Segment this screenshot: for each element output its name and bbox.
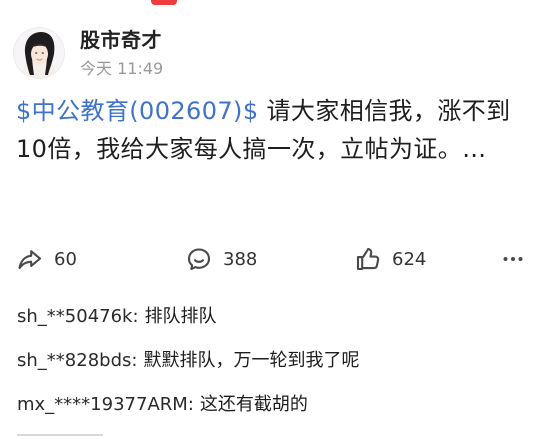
comment-separator: : [131, 350, 138, 371]
avatar-icon [14, 28, 64, 78]
stock-tag-link[interactable]: $中公教育(002607)$ [16, 97, 258, 125]
comment-item[interactable]: sh_**50476k: 排队排队 [17, 300, 532, 334]
comment-text: 排队排队 [144, 306, 217, 327]
comment-separator: : [187, 394, 194, 415]
comment-username[interactable]: sh_**50476k [17, 306, 132, 327]
avatar[interactable] [14, 28, 64, 78]
comment-item[interactable]: sh_**828bds: 默默排队，万一轮到我了呢 [17, 344, 532, 378]
comment-separator: : [132, 306, 139, 327]
comment-list: sh_**50476k: 排队排队 sh_**828bds: 默默排队，万一轮到我了… [17, 300, 532, 432]
share-count: 60 [54, 248, 77, 270]
share-button[interactable]: 60 [16, 242, 77, 276]
comment-text: 这还有截胡的 [199, 394, 308, 415]
next-comment-partial [17, 430, 117, 439]
post-meta: 股市奇才 今天 11:49 [80, 28, 163, 78]
comment-icon [187, 248, 211, 271]
more-button[interactable] [496, 242, 530, 276]
like-count: 624 [392, 248, 427, 270]
like-icon [356, 247, 380, 271]
like-button[interactable]: 624 [354, 242, 426, 276]
comment-username[interactable]: sh_**828bds [17, 350, 131, 371]
post-time: 今天 11:49 [80, 59, 164, 78]
comment-count: 388 [223, 248, 258, 270]
comment-button[interactable]: 388 [185, 242, 257, 276]
comment-item[interactable]: mx_****19377ARM: 这还有截胡的 [17, 388, 532, 422]
more-icon [503, 257, 523, 261]
share-icon [18, 250, 42, 270]
post-header: 股市奇才 今天 11:49 [14, 22, 163, 84]
post-content[interactable]: $中公教育(002607)$ 请大家相信我，涨不到10倍，我给大家每人搞一次，立… [16, 92, 531, 168]
author-name[interactable]: 股市奇才 [80, 28, 163, 52]
post-card: 股市奇才 今天 11:49 $中公教育(002607)$ 请大家相信我，涨不到1… [0, 0, 550, 439]
post-actions: 60 388 624 [16, 242, 534, 276]
comment-text: 默默排队，万一轮到我了呢 [143, 350, 360, 371]
comment-username[interactable]: mx_****19377ARM [17, 394, 188, 415]
